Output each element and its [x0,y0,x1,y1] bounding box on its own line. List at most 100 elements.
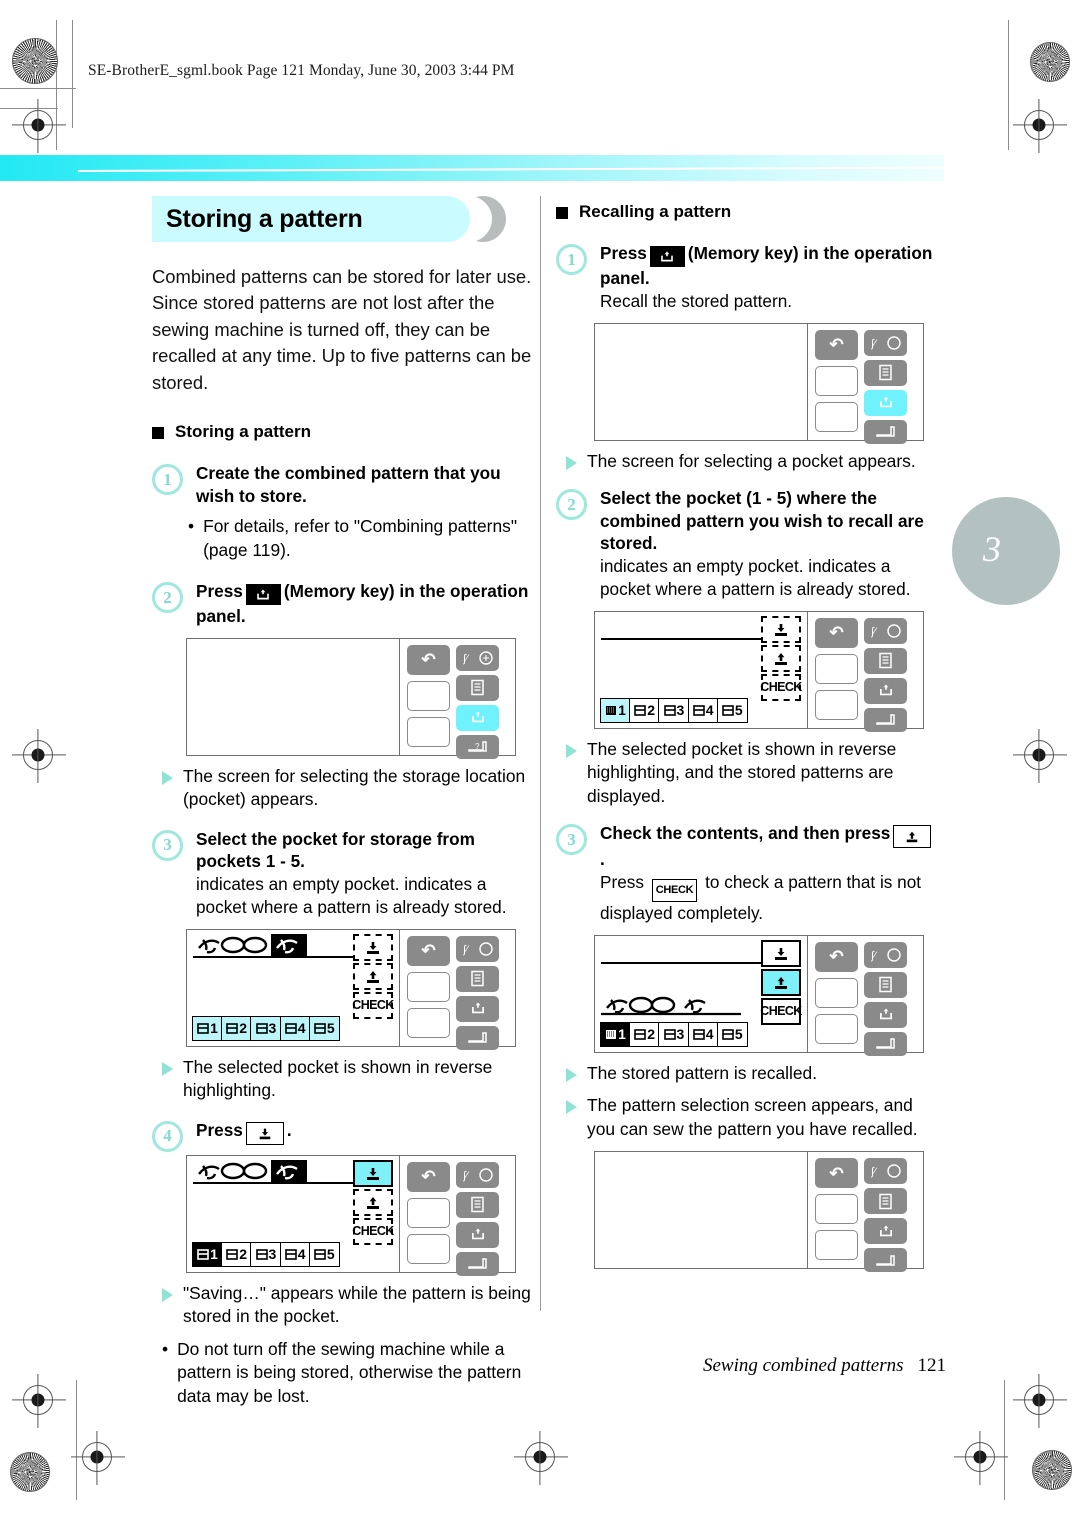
prev-key[interactable]: < [815,365,858,396]
store-key-active[interactable] [353,1159,393,1187]
stitch-settings-key[interactable]: ∫⁄ [456,1161,499,1188]
prev-key[interactable]: < [407,1197,450,1228]
back-key[interactable]: ↶ [407,644,450,675]
pocket-button-2[interactable]: 2 [221,1015,253,1041]
pocket-button-2[interactable]: 2 [629,697,661,723]
machine-setting-key[interactable]: ? [456,734,499,759]
store-key[interactable] [761,939,801,967]
recall-key-active[interactable] [761,968,801,996]
back-key[interactable]: ↶ [815,617,858,648]
next-key[interactable]: > [407,716,450,747]
memory-key[interactable] [864,389,907,416]
settings-key[interactable] [864,647,907,674]
store-key-disabled[interactable] [353,933,393,961]
next-key[interactable]: > [815,401,858,432]
memory-key[interactable] [456,995,499,1022]
section-title-banner: Storing a pattern [152,196,534,242]
step-3-result-text: The selected pocket is shown in reverse … [183,1056,493,1101]
stitch-settings-key[interactable]: ∫⁄ [456,935,499,962]
pocket-button-5[interactable]: 5 [716,1021,748,1047]
pocket-button-1[interactable]: 1 [192,1241,223,1267]
recall-key-disabled[interactable] [761,644,801,672]
stitch-settings-key[interactable]: ∫⁄ [864,941,907,968]
store-key-disabled[interactable] [761,615,801,643]
next-key[interactable]: > [815,1230,858,1260]
stitch-settings-key[interactable]: ∫⁄ [864,1158,907,1184]
registration-mark [82,1442,112,1472]
back-key[interactable]: ↶ [815,1158,858,1188]
check-key-disabled[interactable]: CHECK [352,1217,394,1245]
baseline-rule [193,1181,369,1185]
pocket-button-4[interactable]: 4 [687,1021,719,1047]
subsection-heading-storing: Storing a pattern [152,422,534,442]
memory-key[interactable] [864,677,907,704]
pocket-button-5[interactable]: 5 [716,697,748,723]
lcd-key-panel: ↶ < > ∫⁄ [808,324,923,444]
machine-setting-key[interactable] [456,1025,499,1050]
prev-key[interactable]: < [407,971,450,1002]
pocket-button-row: 1 2 3 4 5 [192,1015,340,1041]
triangle-bullet-icon [566,1100,577,1114]
prev-key[interactable]: < [815,977,858,1008]
machine-setting-key[interactable] [864,1248,907,1272]
settings-key[interactable] [456,1191,499,1218]
check-key-disabled[interactable]: CHECK [760,673,802,701]
recall-key-disabled[interactable] [353,1188,393,1216]
pocket-button-1[interactable]: 1 [600,1021,631,1047]
memory-key[interactable] [864,1001,907,1028]
back-key[interactable]: ↶ [815,329,858,360]
pocket-button-4[interactable]: 4 [279,1015,311,1041]
pocket-button-3[interactable]: 3 [658,1021,690,1047]
stitch-settings-key[interactable]: ∫⁄ [864,329,907,356]
back-key[interactable]: ↶ [407,935,450,966]
recall-key-disabled[interactable] [353,962,393,990]
machine-setting-key[interactable] [864,707,907,732]
memory-key[interactable] [456,704,499,731]
settings-key[interactable] [456,965,499,992]
machine-setting-key[interactable] [864,419,907,444]
pocket-button-1[interactable]: 1 [192,1015,223,1041]
next-key[interactable]: > [815,689,858,720]
settings-key[interactable] [864,1188,907,1214]
pocket-button-3[interactable]: 3 [250,1241,282,1267]
settings-key[interactable] [864,971,907,998]
check-key-disabled[interactable]: CHECK [352,991,394,1019]
stitch-settings-key[interactable]: ∫⁄ [864,617,907,644]
settings-key[interactable] [456,674,499,701]
pocket-button-4[interactable]: 4 [279,1241,311,1267]
r-step-3-result-b-text: The pattern selection screen appears, an… [587,1095,918,1139]
next-key[interactable]: > [407,1233,450,1264]
prev-key[interactable]: < [407,680,450,711]
square-bullet-icon [556,207,568,219]
pocket-button-5[interactable]: 5 [308,1241,340,1267]
prev-key[interactable]: < [815,1194,858,1224]
stitch-settings-key[interactable]: ∫⁄ [456,644,499,671]
check-key[interactable]: CHECK [760,997,802,1025]
settings-key[interactable] [864,359,907,386]
machine-setting-key[interactable] [864,1031,907,1056]
dot-bullet-icon: • [188,516,195,537]
step-4: 4 Press. [152,1119,534,1152]
back-key[interactable]: ↶ [815,941,858,972]
step-3-note: indicates an empty pocket. indicates a p… [196,873,507,917]
svg-text:∫⁄: ∫⁄ [463,1170,470,1182]
step-3-result: The selected pocket is shown in reverse … [162,1056,534,1103]
lcd-display-area [187,638,400,755]
pocket-button-3[interactable]: 3 [250,1015,282,1041]
memory-key[interactable] [456,1221,499,1248]
machine-setting-key[interactable] [456,1251,499,1276]
step-number-badge: 3 [556,824,587,855]
memory-key[interactable] [864,1218,907,1244]
pocket-button-5[interactable]: 5 [308,1015,340,1041]
back-key[interactable]: ↶ [407,1161,450,1192]
next-key[interactable]: > [407,1007,450,1038]
pocket-button-2[interactable]: 2 [629,1021,661,1047]
pocket-button-2[interactable]: 2 [221,1241,253,1267]
step-2-result-text: The screen for selecting the storage loc… [183,765,526,810]
pocket-button-3[interactable]: 3 [658,697,690,723]
prev-key[interactable]: < [815,653,858,684]
pocket-button-1[interactable]: 1 [600,697,631,723]
lcd-key-panel: ↶ < > ∫⁄ [808,936,923,1056]
next-key[interactable]: > [815,1013,858,1044]
pocket-button-4[interactable]: 4 [687,697,719,723]
